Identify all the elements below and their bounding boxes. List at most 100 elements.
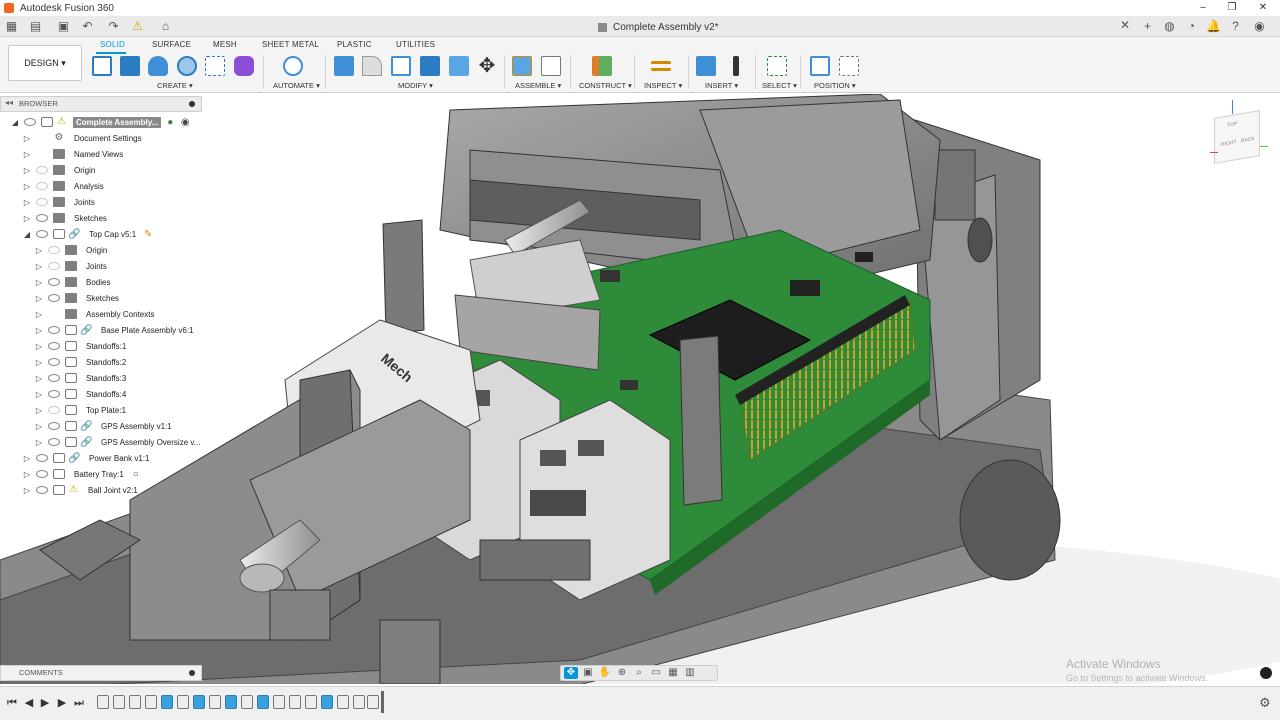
timeline-feature[interactable] <box>97 695 109 709</box>
pattern-icon[interactable] <box>205 56 225 76</box>
visibility-eye-icon[interactable] <box>48 342 60 350</box>
tree-item-label[interactable]: Battery Tray:1 <box>71 469 127 480</box>
modify-menu[interactable]: MODIFY ▾ <box>398 81 433 90</box>
expand-icon[interactable]: ▷ <box>22 470 32 479</box>
timeline-feature[interactable] <box>225 695 237 709</box>
pan-icon[interactable]: ✋ <box>598 667 612 679</box>
browser-panel-header[interactable]: ◂◂ BROWSER <box>0 96 202 112</box>
visibility-eye-icon[interactable] <box>36 182 48 190</box>
tree-item-component[interactable]: ▷ Standoffs:4 <box>34 386 129 402</box>
expand-icon[interactable]: ▷ <box>34 262 44 271</box>
step-forward-icon[interactable]: ▶ <box>55 696 69 710</box>
warning-icon[interactable]: ⚠ <box>130 19 145 34</box>
visibility-eye-icon[interactable] <box>36 214 48 222</box>
tree-item-label[interactable]: Base Plate Assembly v6:1 <box>98 324 197 336</box>
model-viewport[interactable]: Mech TOP RIGHT BACK <box>0 94 1280 684</box>
tree-item-label[interactable]: Top Cap v5:1 <box>86 229 139 240</box>
expand-icon[interactable]: ▷ <box>34 294 44 303</box>
visibility-eye-icon[interactable] <box>48 294 60 302</box>
tree-item-component[interactable]: ▷ Standoffs:3 <box>34 370 129 386</box>
tree-item-label[interactable]: Analysis <box>71 181 107 192</box>
tree-item-label[interactable]: GPS Assembly v1:1 <box>98 420 175 432</box>
tree-item-label[interactable]: Standoffs:4 <box>83 389 129 400</box>
text-commands-icon[interactable] <box>1260 667 1272 679</box>
visibility-eye-icon[interactable] <box>36 166 48 174</box>
tree-item-label[interactable]: Origin <box>71 165 98 176</box>
position-menu[interactable]: POSITION ▾ <box>814 81 856 90</box>
home-icon[interactable]: ⌂ <box>158 19 173 34</box>
tree-item-label[interactable]: Power Bank v1:1 <box>86 452 153 464</box>
timeline-feature[interactable] <box>177 695 189 709</box>
new-tab-icon[interactable]: + <box>1140 19 1155 34</box>
viewports-icon[interactable]: ▥ <box>683 667 697 679</box>
expand-icon[interactable]: ▷ <box>22 454 32 463</box>
tree-item-component[interactable]: ▷ Battery Tray:1 ○ <box>22 466 142 482</box>
capture-position-icon[interactable] <box>810 56 830 76</box>
insert-image-icon[interactable] <box>696 56 716 76</box>
tree-item[interactable]: ▷ Assembly Contexts <box>34 306 157 322</box>
close-tab-icon[interactable]: ✕ <box>1120 18 1130 32</box>
combine-icon[interactable] <box>420 56 440 76</box>
tree-item[interactable]: ▷ Analysis <box>22 178 107 194</box>
step-back-icon[interactable]: ◀ <box>22 696 36 710</box>
tree-item-component[interactable]: ▷ 🔗 Base Plate Assembly v6:1 <box>34 322 197 338</box>
create-sketch-icon[interactable] <box>92 56 112 76</box>
new-component-icon[interactable] <box>512 56 532 76</box>
revert-position-icon[interactable] <box>839 56 859 76</box>
expand-icon[interactable]: ▷ <box>22 182 32 191</box>
timeline-feature[interactable] <box>289 695 301 709</box>
tree-root[interactable]: ◢ ⚠ Complete Assembly... ● ◉ <box>10 114 191 130</box>
insert-menu[interactable]: INSERT ▾ <box>705 81 738 90</box>
expand-icon[interactable]: ▷ <box>22 198 32 207</box>
visibility-eye-icon[interactable] <box>24 118 36 126</box>
tree-root-label[interactable]: Complete Assembly... <box>73 116 162 128</box>
construct-menu[interactable]: CONSTRUCT ▾ <box>579 81 632 90</box>
go-to-end-icon[interactable]: ⏭ <box>72 696 86 710</box>
visibility-eye-icon[interactable] <box>48 438 60 446</box>
expand-icon[interactable]: ▷ <box>34 310 44 319</box>
tree-item[interactable]: ▷ Bodies <box>34 274 113 290</box>
tree-item-component[interactable]: ◢ 🔗 Top Cap v5:1 ✎ <box>22 226 154 242</box>
tab-mesh[interactable]: MESH <box>213 40 237 49</box>
tree-item[interactable]: ▷ Origin <box>22 162 98 178</box>
tree-item[interactable]: ▷ Sketches <box>34 290 122 306</box>
visibility-eye-icon[interactable] <box>36 230 48 238</box>
expand-icon[interactable]: ▷ <box>34 342 44 351</box>
edit-pencil-icon[interactable]: ✎ <box>142 229 154 240</box>
timeline-feature[interactable] <box>209 695 221 709</box>
tree-item[interactable]: ▷ Origin <box>34 242 110 258</box>
tree-item-label[interactable]: Top Plate:1 <box>83 405 129 416</box>
timeline-feature[interactable] <box>305 695 317 709</box>
account-icon[interactable]: ◉ <box>1252 19 1267 34</box>
tree-item-label[interactable]: Named Views <box>71 149 126 160</box>
expand-icon[interactable]: ▷ <box>22 214 32 223</box>
file-menu-icon[interactable]: ▤ <box>28 19 43 34</box>
expand-icon[interactable]: ▷ <box>34 438 44 447</box>
timeline-feature[interactable] <box>273 695 285 709</box>
timeline-feature[interactable] <box>321 695 333 709</box>
expand-icon[interactable]: ▷ <box>34 326 44 335</box>
expand-icon[interactable]: ▷ <box>22 150 32 159</box>
expand-icon[interactable]: ▷ <box>34 278 44 287</box>
hole-icon[interactable] <box>177 56 197 76</box>
tree-item-label[interactable]: Sketches <box>71 213 110 224</box>
tab-plastic[interactable]: PLASTIC <box>337 40 372 49</box>
insert-mcmaster-icon[interactable] <box>733 56 739 76</box>
viewcube-right-face[interactable]: RIGHT <box>1221 139 1237 148</box>
select-menu[interactable]: SELECT ▾ <box>762 81 797 90</box>
expand-icon[interactable]: ▷ <box>22 486 32 495</box>
tree-item-component[interactable]: ▷ 🔗 GPS Assembly v1:1 <box>34 418 175 434</box>
tree-item-component[interactable]: ▷ Top Plate:1 <box>34 402 129 418</box>
expand-icon[interactable]: ◢ <box>10 118 20 127</box>
press-pull-icon[interactable] <box>334 56 354 76</box>
tree-item-label[interactable]: Ball Joint v2:1 <box>85 485 141 496</box>
help-icon[interactable]: ? <box>1228 19 1243 34</box>
tree-item-component[interactable]: ▷ 🔗 Power Bank v1:1 <box>22 450 153 466</box>
visibility-eye-icon[interactable] <box>48 326 60 334</box>
timeline-feature[interactable] <box>353 695 365 709</box>
look-at-icon[interactable]: ▣ <box>581 667 595 679</box>
viewcube-top-face[interactable]: TOP <box>1227 121 1237 129</box>
extrude-icon[interactable] <box>120 56 140 76</box>
visibility-eye-icon[interactable] <box>48 246 60 254</box>
expand-icon[interactable]: ▷ <box>22 134 32 143</box>
